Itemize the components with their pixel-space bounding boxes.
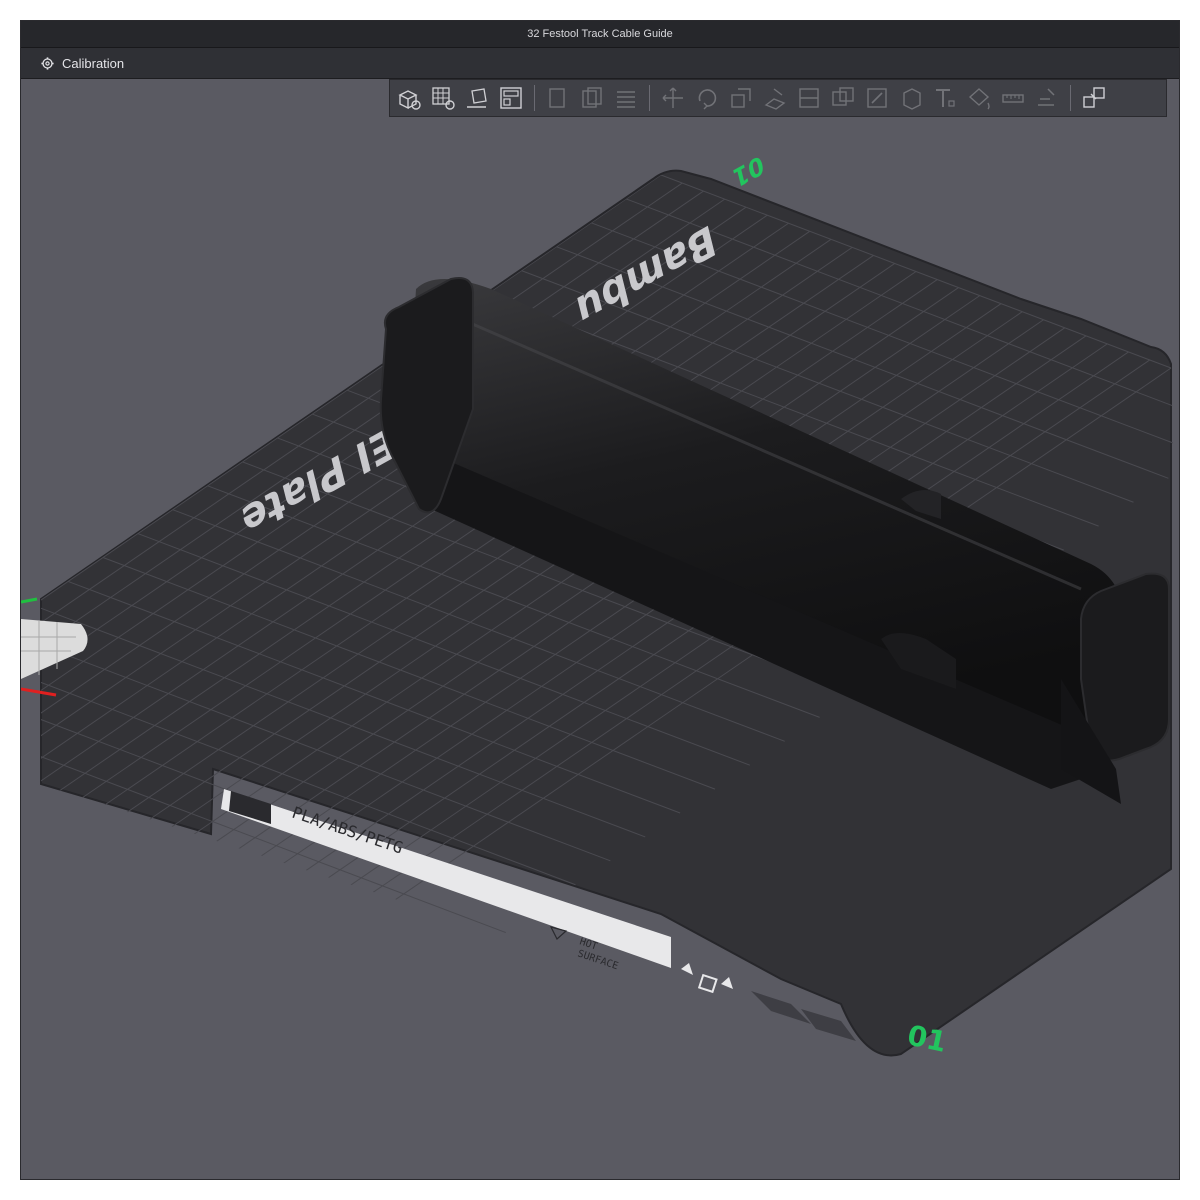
support-paint-button[interactable] [863,84,891,112]
title-bar: 32 Festool Track Cable Guide [21,21,1179,48]
rotate-icon [698,89,717,110]
copy-icon [549,88,565,108]
boolean-button[interactable] [829,84,857,112]
arrange-icon [500,87,522,109]
add-cube-icon [398,90,421,110]
plate-notch-left [751,991,811,1024]
menu-bar: Calibration [21,48,1179,79]
y-axis [21,597,38,604]
surface-text: SURFACE [576,948,619,972]
paste-button[interactable] [578,84,606,112]
main-toolbar [389,79,1167,117]
assembly-button[interactable] [1033,84,1061,112]
support-paint-icon [867,88,887,108]
toolbar-separator [534,85,535,111]
toolbar-separator [1070,85,1071,111]
add-object-button[interactable] [395,84,423,112]
move-button[interactable] [659,84,687,112]
cut-button[interactable] [795,84,823,112]
layers-icon [617,91,635,108]
scale-icon [731,88,751,108]
explode-icon [1083,87,1105,108]
measure-icon [1002,94,1024,103]
auto-orient-icon [467,88,487,108]
seam-paint-icon [903,88,921,110]
color-paint-icon [968,88,990,110]
calibration-label: Calibration [62,55,125,71]
add-plate-icon [432,87,455,110]
app-window: 32 Festool Track Cable Guide Calibration [20,20,1180,1180]
calibration-menu[interactable]: Calibration [41,56,124,71]
layers-button[interactable] [612,84,640,112]
plate-orientation-icons [681,963,733,994]
lay-on-face-icon [764,88,786,110]
plate-number-back: 01 [730,149,766,194]
boolean-icon [832,87,854,106]
text-icon [936,89,955,107]
plate-number: 01 [905,1019,950,1059]
toolbar-separator [649,85,650,111]
cut-icon [799,88,819,108]
paste-icon [582,87,602,108]
auto-orient-button[interactable] [463,84,491,112]
build-scene[interactable]: Bambu PEI Plate 01 PLA/ABS/PETG HOT SURF… [21,79,1180,1180]
gear-icon [41,56,54,70]
explode-button[interactable] [1080,84,1108,112]
add-plate-button[interactable] [429,84,457,112]
3d-viewport[interactable]: Bambu PEI Plate 01 PLA/ABS/PETG HOT SURF… [21,79,1180,1180]
scale-button[interactable] [727,84,755,112]
lay-on-face-button[interactable] [761,84,789,112]
copy-button[interactable] [544,84,572,112]
arrange-button[interactable] [497,84,525,112]
rotate-button[interactable] [693,84,721,112]
text-button[interactable] [931,84,959,112]
assembly-icon [1038,88,1055,106]
window-title: 32 Festool Track Cable Guide [527,28,673,40]
seam-paint-button[interactable] [897,84,925,112]
color-paint-button[interactable] [965,84,993,112]
move-icon [662,87,683,108]
measure-button[interactable] [999,84,1027,112]
